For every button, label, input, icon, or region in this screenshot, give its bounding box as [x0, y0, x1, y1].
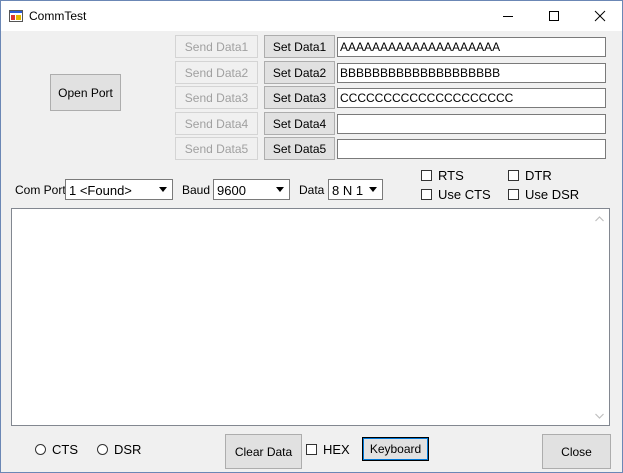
set-data1-button[interactable]: Set Data1 [264, 35, 335, 58]
com-port-label: Com Port [15, 183, 66, 197]
baud-value: 9600 [217, 183, 246, 198]
data3-field[interactable]: CCCCCCCCCCCCCCCCCCCC [337, 88, 606, 108]
app-icon [9, 10, 23, 22]
close-button[interactable]: Close [542, 434, 611, 469]
chevron-down-icon [272, 181, 288, 198]
window-title: CommTest [29, 9, 87, 23]
chevron-down-icon [365, 181, 381, 198]
maximize-icon [549, 11, 559, 21]
cts-label: CTS [52, 442, 78, 457]
rts-label: RTS [438, 168, 464, 183]
hex-label: HEX [323, 442, 350, 457]
maximize-button[interactable] [531, 1, 577, 31]
chevron-down-icon [155, 181, 171, 198]
baud-label: Baud [182, 183, 211, 197]
keyboard-button[interactable]: Keyboard [362, 437, 429, 461]
scroll-down-icon[interactable] [595, 413, 604, 419]
dsr-label: DSR [114, 442, 142, 457]
set-data2-button[interactable]: Set Data2 [264, 61, 335, 84]
send-data1-button[interactable]: Send Data1 [175, 35, 258, 58]
send-data2-button[interactable]: Send Data2 [175, 61, 258, 84]
data5-field[interactable] [337, 139, 606, 159]
cts-indicator [35, 444, 46, 455]
set-data4-button[interactable]: Set Data4 [264, 112, 335, 135]
send-data3-button[interactable]: Send Data3 [175, 86, 258, 109]
use-cts-label: Use CTS [438, 187, 491, 202]
log-textarea[interactable] [11, 208, 610, 426]
dtr-label: DTR [525, 168, 552, 183]
hex-checkbox[interactable] [306, 444, 317, 455]
use-dsr-label: Use DSR [525, 187, 580, 202]
use-cts-checkbox[interactable] [421, 189, 432, 200]
baud-select[interactable]: 9600 [213, 179, 290, 200]
comm-test-window: CommTest Open Port Send Data1 Send Data2… [0, 0, 623, 473]
vertical-scrollbar[interactable] [591, 210, 608, 424]
com-port-select[interactable]: 1 <Found> [65, 179, 173, 200]
scroll-up-icon[interactable] [595, 216, 604, 222]
rts-checkbox[interactable] [421, 170, 432, 181]
minimize-button[interactable] [485, 1, 531, 31]
close-icon [594, 10, 606, 22]
data2-field[interactable]: BBBBBBBBBBBBBBBBBBBB [337, 63, 606, 83]
send-data5-button[interactable]: Send Data5 [175, 137, 258, 160]
data4-field[interactable] [337, 114, 606, 134]
dsr-indicator [97, 444, 108, 455]
title-bar: CommTest [1, 1, 622, 31]
data-format-value: 8 N 1 [332, 183, 364, 198]
close-window-button[interactable] [577, 1, 623, 31]
com-port-value: 1 <Found> [69, 183, 132, 198]
data1-field[interactable]: AAAAAAAAAAAAAAAAAAAA [337, 37, 606, 57]
clear-data-button[interactable]: Clear Data [225, 434, 302, 469]
set-data5-button[interactable]: Set Data5 [264, 137, 335, 160]
send-data4-button[interactable]: Send Data4 [175, 112, 258, 135]
dtr-checkbox[interactable] [508, 170, 519, 181]
set-data3-button[interactable]: Set Data3 [264, 86, 335, 109]
minimize-icon [503, 16, 513, 17]
data-format-label: Data [299, 183, 325, 197]
use-dsr-checkbox[interactable] [508, 189, 519, 200]
data-format-select[interactable]: 8 N 1 [328, 179, 383, 200]
open-port-button[interactable]: Open Port [50, 74, 121, 111]
